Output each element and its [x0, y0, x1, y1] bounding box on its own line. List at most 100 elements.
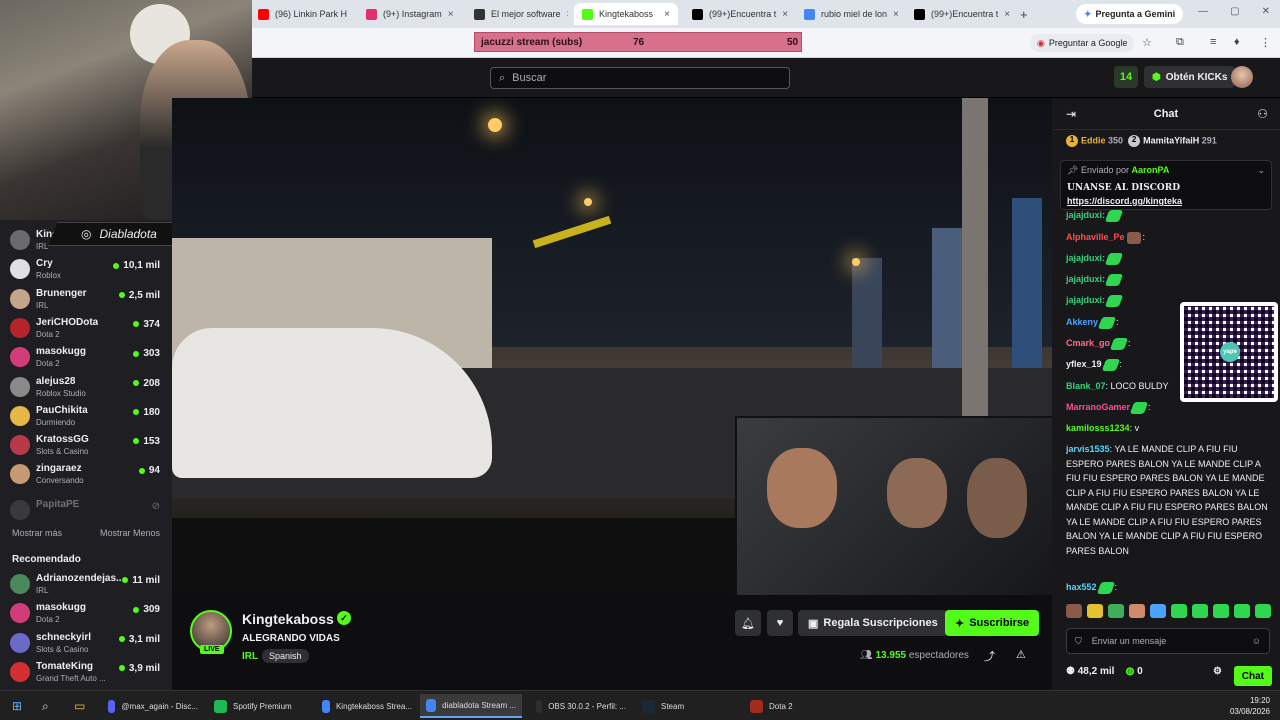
chat-message-input[interactable]: ⛉ Enviar un mensaje ☺	[1066, 628, 1270, 654]
chat-send-button[interactable]: Chat	[1233, 666, 1272, 686]
chat-settings-gear-icon[interactable]: ⚙	[1213, 666, 1222, 677]
emote-icon[interactable]	[1129, 604, 1145, 618]
emote-icon[interactable]	[1192, 604, 1208, 618]
chat-username[interactable]: hax552	[1066, 582, 1097, 592]
chat-username[interactable]: Blank_07	[1066, 381, 1106, 391]
start-windows-icon[interactable]: ⊞	[6, 694, 28, 718]
chat-username[interactable]: jajajduxi:	[1066, 295, 1105, 305]
close-icon[interactable]: ✕	[1262, 6, 1270, 17]
kick-rewards-button[interactable]: 14	[1114, 66, 1138, 88]
browser-menu-icon[interactable]: ⋮	[1260, 36, 1271, 49]
system-clock[interactable]: 19:20 03/08/2026	[1230, 695, 1270, 717]
emoji-picker-icon[interactable]: ☺	[1252, 636, 1261, 646]
browser-tab[interactable]: Kingtekaboss ×	[574, 3, 678, 25]
sidebar-channel[interactable]: Adrianozendejas... IRL 11 mil	[10, 570, 168, 598]
close-tab-icon[interactable]: ×	[1004, 9, 1010, 20]
emote-icon[interactable]	[1066, 604, 1082, 618]
sidebar-channel[interactable]: KratossGG Slots & Casino 153	[10, 431, 168, 459]
taskbar-app[interactable]: Steam	[636, 694, 738, 718]
bookmark-star-icon[interactable]: ☆	[1142, 36, 1152, 49]
app-icon	[642, 699, 655, 713]
pinned-link[interactable]: https://discord.gg/kingteka	[1067, 196, 1265, 206]
emote-icon[interactable]	[1087, 604, 1103, 618]
stream-category[interactable]: IRL	[242, 651, 258, 662]
close-tab-icon[interactable]: ×	[782, 9, 788, 20]
sidebar-channel[interactable]: alejus28 Roblox Studio 208	[10, 373, 168, 401]
gemini-button[interactable]: ✦ Pregunta a Gemini	[1076, 4, 1184, 24]
notification-bell-icon[interactable]: 🔔︎	[735, 610, 761, 636]
chat-username[interactable]: jajajduxi:	[1066, 210, 1105, 220]
pinned-message[interactable]: 📌︎ Enviado por AaronPA ⌄ UNANSE AL DISCO…	[1060, 160, 1272, 210]
streamer-name[interactable]: Kingtekaboss	[242, 611, 334, 627]
browser-tab[interactable]: rubio miel de lon ×	[796, 3, 900, 25]
emote-icon[interactable]	[1108, 604, 1124, 618]
show-more-link[interactable]: Mostrar más	[12, 528, 62, 538]
sidebar-channel[interactable]: PauChikita Durmiendo 180	[10, 402, 168, 430]
emote-icon[interactable]	[1255, 604, 1271, 618]
show-less-link[interactable]: Mostrar Menos	[100, 528, 160, 538]
ask-google-button[interactable]: ◉ Preguntar a Google	[1030, 34, 1135, 52]
report-icon[interactable]: ⚠	[1016, 648, 1026, 661]
search-input[interactable]: ⌕ Buscar	[490, 67, 790, 89]
chevron-down-icon[interactable]: ⌄	[1257, 165, 1265, 176]
chat-emote	[1109, 337, 1129, 350]
language-tag[interactable]: Spanish	[262, 649, 309, 663]
emote-icon[interactable]	[1213, 604, 1229, 618]
tab-favicon-icon	[914, 8, 925, 20]
emote-icon[interactable]	[1171, 604, 1187, 618]
chat-message: jarvis1535: YA LE MANDE CLIP A FIU FIU E…	[1066, 442, 1272, 558]
share-icon[interactable]: ⤴	[984, 648, 995, 664]
chat-username[interactable]: Cmark_go	[1066, 338, 1110, 348]
chat-username[interactable]: jarvis1535	[1066, 444, 1110, 454]
taskbar-app[interactable]: OBS 30.0.2 - Perfil: ...	[530, 694, 632, 718]
browser-tab[interactable]: (96) Linkin Park H×	[250, 3, 352, 25]
leader-name: MamitaYifaiH	[1143, 135, 1200, 146]
maximize-icon[interactable]: ▢	[1230, 6, 1239, 17]
extension-flame-icon[interactable]: ♦	[1234, 36, 1240, 48]
chat-username[interactable]: kamilosss1234	[1066, 423, 1130, 433]
sidebar-channel[interactable]: masokugg Dota 2 309	[10, 599, 168, 627]
chat-users-icon[interactable]: ⚇	[1257, 107, 1268, 121]
sidebar-channel[interactable]: schneckyirl Slots & Casino 3,1 mil	[10, 629, 168, 657]
emote-icon[interactable]	[1150, 604, 1166, 618]
chat-username[interactable]: yflex_19	[1066, 359, 1102, 369]
browser-tab[interactable]: (99+)Encuentra t ×	[684, 3, 790, 25]
close-tab-icon[interactable]: ×	[664, 9, 670, 20]
close-tab-icon[interactable]: ×	[448, 9, 454, 20]
taskbar-app[interactable]: @max_again - Disc...	[102, 694, 204, 718]
browser-tab[interactable]: El mejor software ×	[466, 3, 568, 25]
sidebar-offline-channel[interactable]: PapitaPE ⊘	[10, 496, 168, 524]
browser-tab[interactable]: (99+)Encuentra t ×	[906, 3, 1010, 25]
close-tab-icon[interactable]: ×	[893, 9, 899, 20]
browser-tab[interactable]: (9+) Instagram ×	[358, 3, 460, 25]
taskbar-app[interactable]: Dota 2	[744, 694, 846, 718]
emote-icon[interactable]	[1234, 604, 1250, 618]
file-explorer-icon[interactable]: ▭	[68, 694, 91, 718]
sidebar-channel[interactable]: Brunenger IRL 2,5 mil	[10, 285, 168, 313]
close-tab-icon[interactable]: ×	[567, 9, 568, 20]
chat-username[interactable]: Akkeny	[1066, 317, 1098, 327]
sidebar-channel[interactable]: TomateKing Grand Theft Auto ... 3,9 mil	[10, 658, 168, 686]
extensions-icon[interactable]: ⧉	[1176, 36, 1184, 49]
new-tab-button[interactable]: +	[1012, 3, 1036, 25]
chat-username[interactable]: Alphaville_Pe	[1066, 232, 1125, 242]
sidebar-channel[interactable]: JeriCHODota Dota 2 374	[10, 314, 168, 342]
subscribe-button[interactable]: ✦ Suscribirse	[945, 610, 1040, 636]
get-kicks-button[interactable]: ⬢ Obtén KICKs	[1144, 66, 1236, 88]
chat-username[interactable]: jajajduxi:	[1066, 253, 1105, 263]
video-player[interactable]	[172, 98, 1052, 595]
follow-heart-icon[interactable]: ♥	[767, 610, 793, 636]
user-avatar[interactable]	[1231, 66, 1253, 88]
sidebar-channel[interactable]: Cry Roblox 10,1 mil	[10, 255, 168, 283]
sidebar-channel[interactable]: masokugg Dota 2 303	[10, 343, 168, 371]
minimize-icon[interactable]: —	[1198, 6, 1208, 17]
taskbar-app[interactable]: diabladota Stream ...	[420, 694, 522, 718]
gift-subs-button[interactable]: ▣ Regala Suscripciones	[798, 610, 948, 636]
taskbar-app[interactable]: Spotify Premium	[208, 694, 310, 718]
search-icon[interactable]: ⌕	[36, 694, 55, 718]
chat-username[interactable]: MarranoGamer	[1066, 402, 1130, 412]
chat-username[interactable]: jajajduxi:	[1066, 274, 1105, 284]
taskbar-app[interactable]: Kingtekaboss Strea...	[316, 694, 418, 718]
sidebar-channel[interactable]: zingaraez Conversando 94	[10, 460, 168, 488]
media-controls-icon[interactable]: ≡	[1210, 36, 1216, 48]
